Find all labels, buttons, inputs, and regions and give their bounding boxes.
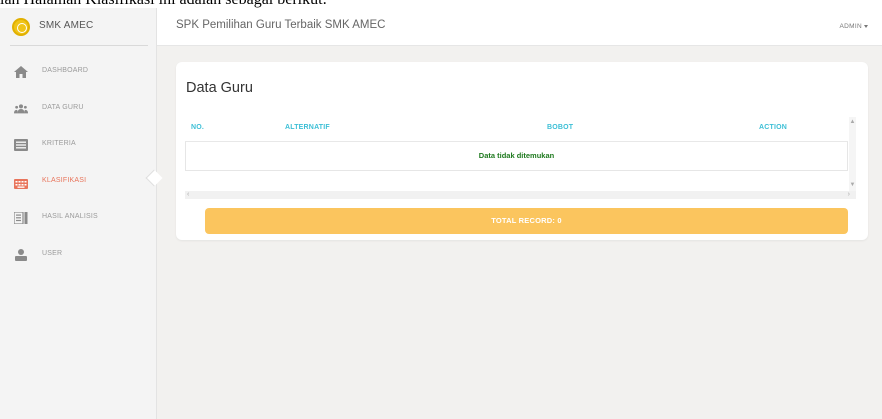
sidebar-nav: DASHBOARD DATA GURU KRITERIA KLASIFIKASI…	[0, 63, 157, 283]
sidebar-item-label: KRITERIA	[42, 140, 76, 148]
card-title: Data Guru	[186, 80, 253, 96]
brand[interactable]: SMK AMEC	[10, 8, 148, 46]
data-table: NO. ALTERNATIF BOBOT ACTION Data tidak d…	[185, 117, 856, 203]
main-area: SPK Pemilihan Guru Terbaik SMK AMEC ADMI…	[157, 8, 882, 419]
scroll-left-icon[interactable]: ‹	[187, 191, 189, 199]
sidebar-item-hasil-analisis[interactable]: HASIL ANALISIS	[0, 209, 157, 246]
list-icon	[14, 139, 28, 152]
caret-down-icon	[864, 24, 868, 28]
total-record-label: TOTAL RECORD: 0	[491, 216, 562, 225]
scroll-up-icon[interactable]: ▲	[849, 119, 856, 126]
sidebar-item-label: HASIL ANALISIS	[42, 213, 98, 221]
sidebar-item-label: KLASIFIKASI	[42, 176, 87, 184]
column-header-no: NO.	[191, 124, 205, 131]
logo-icon	[12, 18, 30, 36]
sidebar-item-label: DASHBOARD	[42, 67, 89, 74]
user-icon	[15, 248, 27, 261]
sidebar-item-user[interactable]: USER	[0, 246, 157, 283]
column-header-bobot: BOBOT	[547, 124, 574, 131]
sidebar-item-kriteria[interactable]: KRITERIA	[0, 136, 157, 173]
sidebar-item-dashboard[interactable]: DASHBOARD	[0, 63, 157, 100]
table-row: Data tidak ditemukan	[185, 142, 848, 171]
total-record-bar: TOTAL RECORD: 0	[205, 208, 848, 234]
sidebar-item-klasifikasi[interactable]: KLASIFIKASI	[0, 173, 157, 210]
sidebar: SMK AMEC DASHBOARD DATA GURU KRITERIA KL…	[0, 8, 157, 419]
horizontal-scrollbar[interactable]: ‹ ›	[185, 191, 856, 199]
column-header-alternatif: ALTERNATIF	[285, 124, 330, 131]
topbar: SPK Pemilihan Guru Terbaik SMK AMEC ADMI…	[157, 8, 882, 46]
brand-name: SMK AMEC	[39, 20, 94, 31]
sidebar-item-label: USER	[42, 249, 63, 257]
vertical-scrollbar[interactable]: ▲ ▼	[849, 117, 856, 191]
user-menu[interactable]: ADMIN	[840, 23, 868, 30]
users-icon	[14, 103, 28, 113]
user-menu-label: ADMIN	[839, 23, 862, 30]
report-icon	[14, 212, 28, 225]
keyboard-icon	[14, 178, 28, 189]
scroll-down-icon[interactable]: ▼	[849, 182, 856, 189]
sidebar-item-label: DATA GURU	[42, 103, 84, 111]
document-text: lah Halaman Klasifikasi ini adalah sebag…	[0, 0, 327, 8]
sidebar-item-data-guru[interactable]: DATA GURU	[0, 100, 157, 137]
page-title: SPK Pemilihan Guru Terbaik SMK AMEC	[176, 19, 386, 31]
data-card: Data Guru NO. ALTERNATIF BOBOT ACTION Da…	[176, 62, 868, 240]
scroll-right-icon[interactable]: ›	[848, 191, 850, 199]
column-header-action: ACTION	[759, 124, 788, 131]
empty-message: Data tidak ditemukan	[478, 151, 555, 160]
document-text-strip: lah Halaman Klasifikasi ini adalah sebag…	[0, 0, 882, 8]
home-icon	[14, 66, 28, 78]
